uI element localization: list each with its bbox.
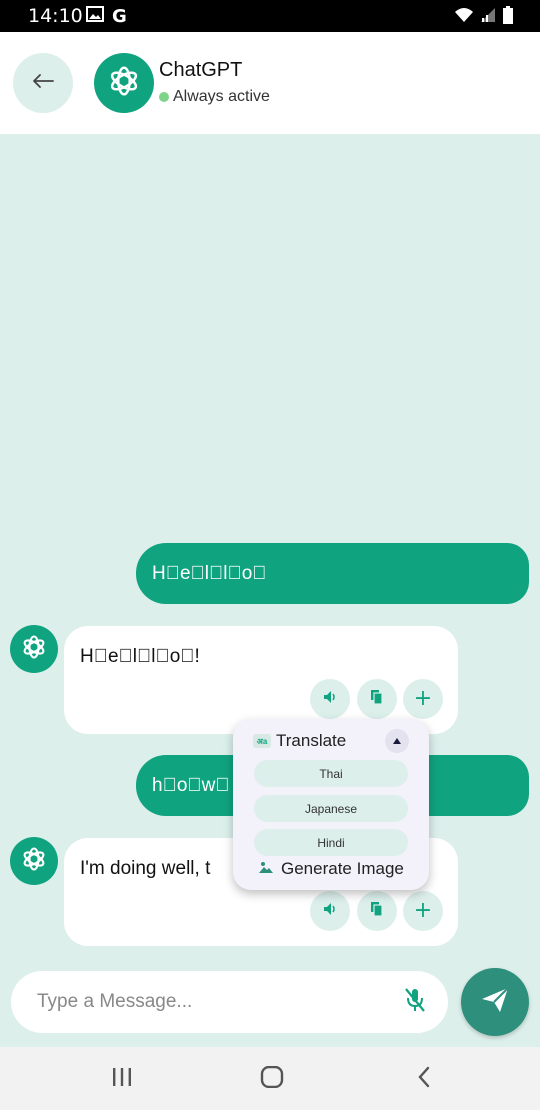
wifi-icon: [454, 7, 474, 28]
status-time: 14:10: [28, 5, 83, 27]
actions-popup-menu: अa Translate Thai Japanese Hindi Generat…: [233, 719, 429, 890]
status-left-icons: G: [86, 6, 127, 27]
triangle-up-icon: [392, 732, 402, 750]
signal-icon: [480, 7, 496, 28]
generate-image-label: Generate Image: [281, 859, 404, 878]
home-icon: [260, 1065, 284, 1093]
online-indicator: [159, 92, 169, 102]
message-text: H e l l o : [152, 562, 267, 584]
google-icon: G: [112, 6, 127, 27]
home-button[interactable]: [252, 1063, 292, 1095]
language-option-japanese[interactable]: Japanese: [254, 795, 408, 822]
more-actions-button[interactable]: +: [403, 891, 443, 931]
back-button[interactable]: [13, 53, 73, 113]
plus-icon: +: [413, 686, 433, 711]
speaker-icon: [322, 689, 338, 710]
message-input-bar: [11, 971, 448, 1033]
chat-status: Always active: [159, 88, 270, 106]
chatgpt-avatar[interactable]: [94, 53, 154, 113]
generate-image-option[interactable]: Generate Image: [259, 859, 404, 879]
system-nav-bar: [0, 1047, 540, 1110]
speak-button[interactable]: [310, 679, 350, 719]
more-actions-button[interactable]: +: [403, 679, 443, 719]
nav-back-button[interactable]: [404, 1063, 444, 1095]
back-chevron-icon: [417, 1066, 431, 1093]
translate-option[interactable]: अa Translate: [253, 731, 346, 751]
recent-apps-button[interactable]: [102, 1063, 142, 1095]
speak-button[interactable]: [310, 891, 350, 931]
speaker-icon: [322, 901, 338, 922]
chat-title: ChatGPT: [159, 59, 243, 81]
plus-icon: +: [413, 898, 433, 923]
battery-icon: [502, 6, 514, 29]
openai-logo-icon: [19, 844, 49, 879]
language-option-hindi[interactable]: Hindi: [254, 829, 408, 856]
copy-button[interactable]: [357, 679, 397, 719]
collapse-languages-button[interactable]: [385, 729, 409, 753]
mic-button[interactable]: [401, 987, 429, 1018]
user-message[interactable]: H e l l o : [136, 543, 529, 604]
bot-avatar: [10, 625, 58, 673]
message-text: I'm doing well, t: [80, 858, 211, 879]
openai-logo-icon: [105, 62, 143, 105]
mic-off-icon: [403, 987, 427, 1018]
send-icon: [480, 986, 510, 1019]
language-option-thai[interactable]: Thai: [254, 760, 408, 787]
translate-icon: अa: [253, 734, 271, 748]
chat-header: ChatGPT Always active: [0, 32, 540, 134]
message-text: h o w : [152, 774, 230, 796]
status-text: Always active: [173, 88, 270, 105]
recent-apps-icon: [111, 1067, 133, 1092]
translate-label: Translate: [276, 731, 347, 750]
openai-logo-icon: [19, 632, 49, 667]
image-icon: [86, 6, 104, 27]
assistant-message[interactable]: H e l l o ! +: [64, 626, 458, 734]
copy-icon: [370, 901, 384, 922]
copy-button[interactable]: [357, 891, 397, 931]
status-right-icons: [454, 6, 514, 29]
arrow-left-icon: [31, 73, 55, 94]
status-bar: 14:10 G: [0, 0, 540, 32]
image-icon: [259, 859, 273, 879]
bot-avatar: [10, 837, 58, 885]
copy-icon: [370, 689, 384, 710]
message-text: H e l l o !: [80, 646, 200, 667]
message-input[interactable]: [37, 971, 377, 1033]
send-button[interactable]: [461, 968, 529, 1036]
